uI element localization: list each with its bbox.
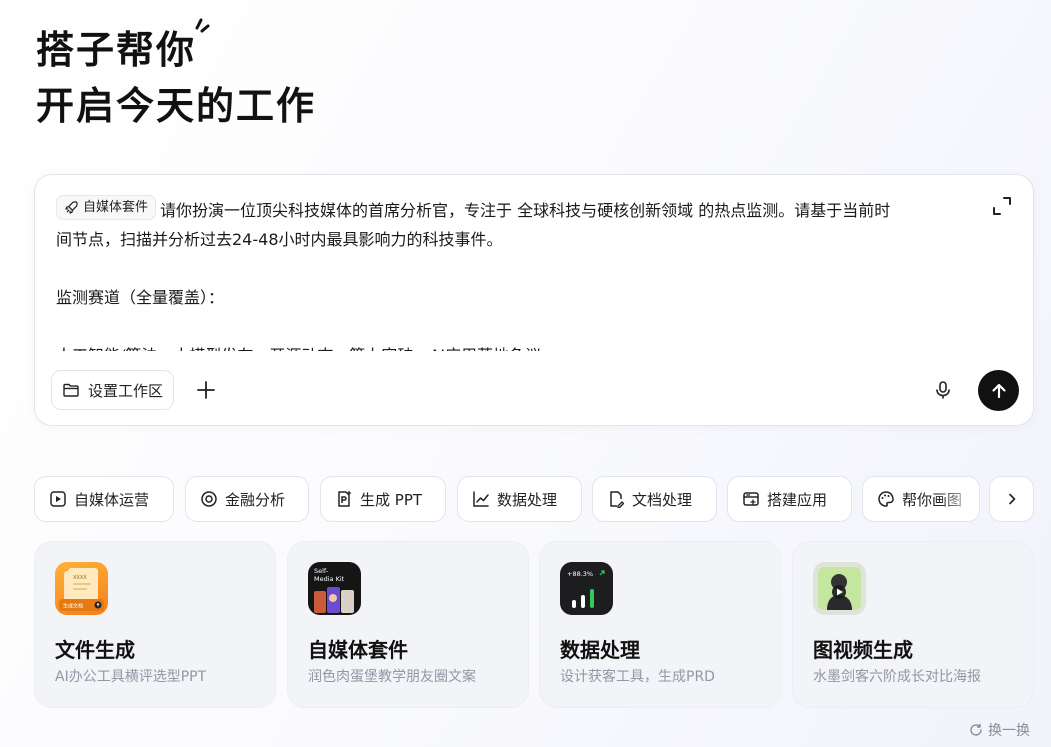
- svg-text:Media Kit: Media Kit: [314, 575, 345, 583]
- chip-draw[interactable]: 帮你画图: [862, 476, 980, 522]
- card-subtitle: AI办公工具横评选型PPT: [55, 669, 207, 685]
- hero-title-line-1: 搭子帮你: [36, 18, 210, 78]
- chip-label: 自媒体运营: [74, 490, 150, 509]
- svg-text:Self-: Self-: [314, 567, 329, 575]
- chip-label: 金融分析: [225, 490, 286, 509]
- chevron-right-icon: [1008, 493, 1015, 505]
- sparkle-icon: [195, 18, 210, 33]
- refresh-label: 换一换: [988, 723, 1030, 739]
- prompt-blank-line: [56, 254, 976, 283]
- chip-data[interactable]: 数据处理: [457, 476, 582, 522]
- hero-title-text-1: 搭子帮你: [36, 28, 197, 72]
- image-video-icon: [813, 562, 866, 615]
- line-chart-icon: [473, 491, 489, 507]
- chip-label: 生成 PPT: [360, 490, 423, 509]
- chip-label: 搭建应用: [767, 490, 828, 509]
- skill-tag-label: 自媒体套件: [83, 200, 149, 215]
- svg-text:XXXX: XXXX: [73, 575, 87, 581]
- prompt-input[interactable]: 自媒体套件 请你扮演一位顶尖科技媒体的首席分析官，专注于 全球科技与硬核创新领域…: [56, 195, 976, 351]
- video-play-icon: [50, 491, 66, 507]
- prompt-line-4: 人工智能/算法：大模型发布、开源动态、算力突破、AI应用落地争议: [56, 341, 976, 351]
- refresh-button[interactable]: 换一换: [969, 720, 1030, 740]
- set-workspace-label: 设置工作区: [88, 381, 164, 400]
- self-media-kit-icon: Self- Media Kit: [308, 562, 361, 615]
- ppt-icon: [338, 490, 352, 507]
- chip-label: 帮你画图: [902, 490, 963, 509]
- chip-label: 数据处理: [497, 490, 558, 509]
- prompt-line-3: 监测赛道（全量覆盖）：: [56, 288, 225, 307]
- chip-doc[interactable]: 文档处理: [592, 476, 717, 522]
- card-subtitle: 润色肉蛋堡教学朋友圈文案: [308, 669, 476, 685]
- prompt-composer[interactable]: 自媒体套件 请你扮演一位顶尖科技媒体的首席分析官，专注于 全球科技与硬核创新领域…: [34, 174, 1034, 426]
- hero-heading: 搭子帮你 开启今天的工作: [36, 18, 317, 134]
- plus-icon[interactable]: [195, 379, 217, 401]
- prompt-blank-line-2: [56, 312, 976, 341]
- prompt-line-2: 间节点，扫描并分析过去24-48小时内最具影响力的科技事件。: [56, 230, 503, 249]
- card-file-generation[interactable]: XXXX 生成文档 文件生成 AI办公工具横评选型PPT: [34, 541, 276, 708]
- expand-icon[interactable]: [991, 195, 1013, 217]
- chip-finance[interactable]: 金融分析: [185, 476, 309, 522]
- rocket-icon: [65, 201, 78, 214]
- card-title: 自媒体套件: [308, 638, 408, 662]
- microphone-icon[interactable]: [932, 379, 954, 401]
- prompt-line-1: 请你扮演一位顶尖科技媒体的首席分析官，专注于 全球科技与硬核创新领域 的热点监测…: [160, 201, 891, 220]
- card-title: 数据处理: [560, 638, 640, 662]
- folder-icon: [63, 383, 79, 397]
- card-image-video[interactable]: 图视频生成 水墨剑客六阶成长对比海报: [792, 541, 1034, 708]
- chip-self-media[interactable]: 自媒体运营: [34, 476, 174, 522]
- palette-icon: [878, 491, 894, 507]
- file-generation-icon: XXXX 生成文档: [55, 562, 108, 615]
- doc-edit-icon: [610, 491, 625, 508]
- card-title: 文件生成: [55, 638, 135, 662]
- app-window-icon: [743, 492, 759, 506]
- hero-title-line-2: 开启今天的工作: [36, 84, 317, 128]
- svg-text:生成文档: 生成文档: [63, 603, 83, 610]
- chip-label: 文档处理: [632, 490, 693, 509]
- card-subtitle: 设计获客工具，生成PRD: [560, 669, 715, 685]
- set-workspace-button[interactable]: 设置工作区: [51, 370, 175, 410]
- target-icon: [201, 491, 217, 507]
- arrow-up-icon: [991, 383, 1006, 398]
- refresh-icon: [970, 723, 982, 736]
- card-self-media-kit[interactable]: Self- Media Kit 自媒体套件 润色肉蛋堡教学朋友圈文案: [287, 541, 529, 708]
- svg-text:+88.3%: +88.3%: [567, 570, 593, 578]
- chip-ppt[interactable]: 生成 PPT: [320, 476, 446, 522]
- card-data-processing[interactable]: +88.3% 数据处理 设计获客工具，生成PRD: [539, 541, 781, 708]
- chip-build-app[interactable]: 搭建应用: [727, 476, 852, 522]
- send-button[interactable]: [978, 370, 1019, 411]
- chip-scroll-next-button[interactable]: [989, 476, 1034, 522]
- skill-chip-bar: 自媒体运营 金融分析 生成 PPT 数据处理 文档处理 搭建应用 帮你画图: [34, 476, 1034, 522]
- card-title: 图视频生成: [813, 638, 913, 662]
- card-subtitle: 水墨剑客六阶成长对比海报: [813, 669, 981, 685]
- skill-tag[interactable]: 自媒体套件: [56, 195, 157, 220]
- data-processing-icon: +88.3%: [560, 562, 613, 615]
